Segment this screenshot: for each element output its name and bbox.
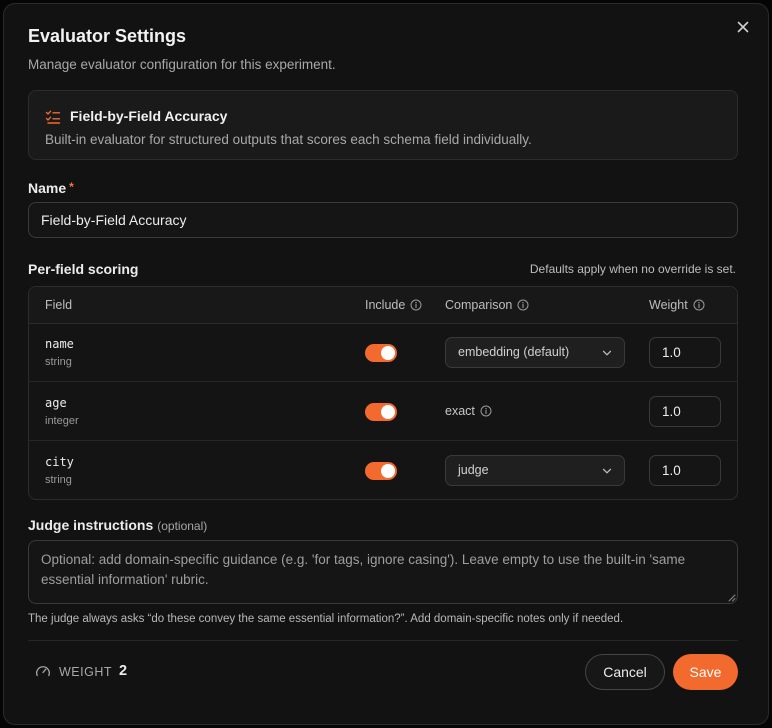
column-header-weight: Weight: [649, 298, 705, 312]
evaluator-settings-dialog: Evaluator Settings Manage evaluator conf…: [3, 3, 769, 725]
table-row: age integer exact: [29, 383, 737, 441]
field-name: city: [45, 455, 74, 469]
comparison-value: judge: [458, 463, 489, 477]
info-icon[interactable]: [480, 405, 492, 417]
evaluator-name: Field-by-Field Accuracy: [70, 108, 228, 124]
required-marker: *: [69, 180, 74, 194]
per-field-scoring-label: Per-field scoring: [28, 261, 139, 277]
gauge-icon: [36, 666, 50, 677]
weight-label: WEIGHT: [59, 665, 112, 679]
checklist-icon: [45, 110, 61, 124]
dialog-subtitle: Manage evaluator configuration for this …: [28, 57, 336, 72]
optional-tag: (optional): [157, 519, 208, 533]
chevron-down-icon: [602, 350, 612, 356]
judge-instructions-textarea[interactable]: [28, 540, 738, 604]
column-header-include: Include: [365, 298, 422, 312]
comparison-select[interactable]: embedding (default): [445, 337, 625, 368]
table-header: Field Include Comparison Weight: [29, 287, 737, 324]
dialog-title: Evaluator Settings: [28, 26, 187, 46]
toggle-knob: [381, 464, 395, 478]
resize-handle-icon[interactable]: [727, 593, 736, 602]
footer-divider: [28, 640, 738, 641]
info-icon[interactable]: [693, 299, 705, 311]
column-header-comparison: Comparison: [445, 298, 529, 312]
field-name: age: [45, 396, 67, 410]
toggle-knob: [381, 346, 395, 360]
save-button[interactable]: Save: [673, 654, 738, 690]
judge-help-text: The judge always asks “do these convey t…: [28, 613, 624, 625]
judge-instructions-label: Judge instructions (optional): [28, 517, 208, 533]
weight-input[interactable]: [649, 455, 721, 486]
info-icon[interactable]: [517, 299, 529, 311]
comparison-value: exact: [445, 404, 475, 418]
evaluator-description: Built-in evaluator for structured output…: [45, 132, 532, 147]
name-label: Name *: [28, 180, 74, 196]
include-toggle[interactable]: [365, 462, 397, 480]
defaults-note: Defaults apply when no override is set.: [529, 262, 736, 276]
toggle-knob: [381, 405, 395, 419]
name-input[interactable]: [28, 202, 738, 238]
field-type: string: [45, 356, 72, 368]
field-type: string: [45, 474, 72, 486]
comparison-value: embedding (default): [458, 345, 570, 359]
include-toggle[interactable]: [365, 403, 397, 421]
weight-value: 2: [119, 663, 128, 679]
per-field-table: Field Include Comparison Weight name str…: [28, 286, 738, 500]
chevron-down-icon: [602, 468, 612, 474]
include-toggle[interactable]: [365, 344, 397, 362]
close-icon[interactable]: [734, 18, 752, 36]
table-row: city string judge: [29, 442, 737, 499]
comparison-select[interactable]: judge: [445, 455, 625, 486]
field-type: integer: [45, 415, 79, 427]
cancel-button[interactable]: Cancel: [585, 654, 665, 690]
weight-input[interactable]: [649, 396, 721, 427]
table-row: name string embedding (default): [29, 324, 737, 382]
comparison-static: exact: [445, 404, 492, 418]
info-icon[interactable]: [410, 299, 422, 311]
evaluator-info-card: Field-by-Field Accuracy Built-in evaluat…: [28, 90, 738, 160]
column-header-field: Field: [45, 298, 73, 312]
weight-input[interactable]: [649, 337, 721, 368]
field-name: name: [45, 337, 74, 351]
